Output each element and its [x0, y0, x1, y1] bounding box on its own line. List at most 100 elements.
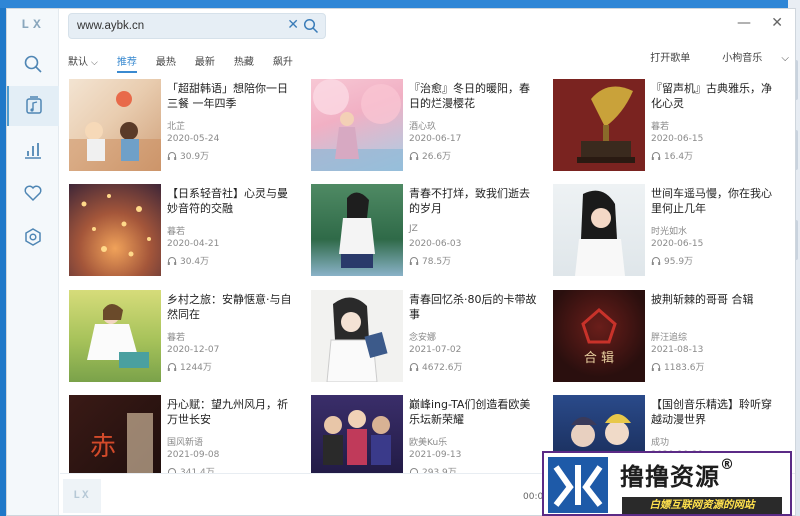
tab-hot-collected[interactable]: 热藏: [234, 53, 254, 68]
playlist-author[interactable]: 北芷: [167, 119, 185, 132]
playlist-author[interactable]: 时光如水: [651, 224, 687, 237]
chart-icon: [25, 143, 41, 159]
nav-playlists[interactable]: [7, 86, 59, 126]
playlist-author[interactable]: 酒心玖: [409, 119, 436, 132]
nav-charts[interactable]: [7, 130, 59, 170]
playlist-cover: [553, 184, 645, 276]
tab-hottest[interactable]: 最热: [156, 53, 176, 68]
playlist-author[interactable]: 欧美Ku乐: [409, 435, 447, 448]
nav-favorites[interactable]: [7, 173, 59, 213]
tab-newest[interactable]: 最新: [195, 53, 215, 68]
playlist-title[interactable]: 『留声机』古典雅乐，净化心灵: [651, 81, 781, 111]
close-button[interactable]: ✕: [771, 15, 783, 31]
headphones-icon: [651, 151, 661, 160]
playlist-card[interactable]: 青春不打烊，致我们逝去的岁月 JZ 2020-06-03 78.5万: [311, 184, 546, 278]
playlist-card[interactable]: 乡村之旅：安静惬意·与自然同在 暮若 2020-12-07 1244万: [69, 290, 304, 384]
playlist-cover: [311, 395, 403, 474]
play-count-value: 4672.6万: [422, 363, 463, 373]
playlist-title[interactable]: 世间车遥马慢，你在我心里何止几年: [651, 186, 781, 216]
app-logo: LX: [21, 17, 45, 32]
search-input[interactable]: [77, 20, 277, 32]
playlist-cover: [69, 79, 161, 171]
chevron-down-icon: ⌵: [91, 57, 98, 68]
playlist-title[interactable]: 青春回忆杀·80后的卡带故事: [409, 292, 539, 322]
playlist-card[interactable]: 青春回忆杀·80后的卡带故事 念安娜 2021-07-02 4672.6万: [311, 290, 546, 384]
source-dropdown[interactable]: 小枸音乐 ⌵: [706, 49, 789, 64]
tab-recommend[interactable]: 推荐: [116, 53, 137, 73]
playlist-date: 2021-09-08: [167, 450, 220, 460]
playlist-card[interactable]: 「超甜韩语」想陪你一日三餐 一年四季 北芷 2020-05-24 30.9万: [69, 79, 304, 173]
playlist-date: 2020-06-03: [409, 239, 462, 249]
watermark-title-text: 撸撸资源: [620, 463, 720, 491]
right-controls: 打开歌单 小枸音乐 ⌵: [634, 49, 789, 64]
playlist-date: 2020-06-17: [409, 134, 462, 144]
playlist-card[interactable]: 【日系轻音社】心灵与曼妙音符的交融 暮若 2020-04-21 30.4万: [69, 184, 304, 278]
headphones-icon: [409, 256, 419, 265]
tab-rising[interactable]: 飙升: [273, 53, 293, 68]
clear-icon[interactable]: ✕: [287, 17, 299, 33]
chevron-down-icon: ⌵: [781, 53, 789, 64]
playlist-author[interactable]: 念安娜: [409, 330, 436, 343]
sidebar: LX: [7, 9, 59, 515]
playlist-author[interactable]: 暮若: [651, 119, 669, 132]
playlist-cover: 赤: [69, 395, 161, 474]
playlist-title[interactable]: 巅峰ing-TA们创造看欧美乐坛新荣耀: [409, 397, 539, 427]
headphones-icon: [167, 256, 177, 265]
playlist-card[interactable]: 『留声机』古典雅乐，净化心灵 暮若 2020-06-15 16.4万: [553, 79, 788, 173]
player-cover[interactable]: LX: [63, 479, 101, 513]
watermark-logo: [548, 457, 608, 513]
headphones-icon: [409, 151, 419, 160]
playlist-grid: 「超甜韩语」想陪你一日三餐 一年四季 北芷 2020-05-24 30.9万 『…: [69, 79, 789, 474]
settings-icon: [25, 228, 41, 246]
playlist-card[interactable]: 巅峰ing-TA们创造看欧美乐坛新荣耀 欧美Ku乐 2021-09-13 293…: [311, 395, 546, 474]
play-count: 26.6万: [409, 149, 451, 162]
svg-text:合 辑: 合 辑: [584, 351, 614, 366]
registered-mark: ®: [720, 457, 735, 473]
playlist-date: 2021-08-13: [651, 345, 704, 355]
minimize-button[interactable]: —: [737, 15, 751, 31]
play-count: 1244万: [167, 360, 212, 373]
playlist-title[interactable]: 『治愈』冬日的暖阳，春日的烂漫樱花: [409, 81, 539, 111]
playlist-author[interactable]: 胖汪追综: [651, 330, 687, 343]
playlist-cover: [311, 290, 403, 382]
playlist-title[interactable]: 披荆斩棘的哥哥 合辑: [651, 292, 781, 307]
play-count: 1183.6万: [651, 360, 705, 373]
playlist-author[interactable]: JZ: [409, 224, 418, 234]
nav-settings[interactable]: [7, 217, 59, 257]
playlist-title[interactable]: 青春不打烊，致我们逝去的岁月: [409, 186, 539, 216]
playlist-author[interactable]: 暮若: [167, 330, 185, 343]
search-bar[interactable]: ✕: [68, 13, 326, 39]
playlist-cover: [311, 79, 403, 171]
playlist-card[interactable]: 合 辑 披荆斩棘的哥哥 合辑 胖汪追综 2021-08-13 1183.6万: [553, 290, 788, 384]
playlist-title[interactable]: 丹心赋：望九州风月，祈万世长安: [167, 397, 297, 427]
playlist-author[interactable]: 国风新语: [167, 435, 203, 448]
playlist-card[interactable]: 世间车遥马慢，你在我心里何止几年 时光如水 2020-06-15 95.9万: [553, 184, 788, 278]
playlist-title[interactable]: 「超甜韩语」想陪你一日三餐 一年四季: [167, 81, 297, 111]
play-count-value: 16.4万: [664, 152, 694, 162]
playlist-title[interactable]: 【国创音乐精选】聆听穿越动漫世界: [651, 397, 781, 427]
nav-search[interactable]: [7, 44, 59, 84]
playlist-author[interactable]: 暮若: [167, 224, 185, 237]
watermark-banner: 撸撸资源® 白嫖互联网资源的网站: [542, 451, 792, 516]
sort-label: 默认: [68, 56, 88, 68]
playlist-date: 2020-04-21: [167, 239, 220, 249]
search-icon: [24, 55, 42, 73]
playlist-card[interactable]: 赤 丹心赋：望九州风月，祈万世长安 国风新语 2021-09-08 341.4万: [69, 395, 304, 474]
play-count-value: 30.9万: [180, 152, 210, 162]
source-label: 小枸音乐: [722, 53, 763, 64]
sort-dropdown[interactable]: 默认 ⌵: [68, 53, 98, 68]
svg-text:赤: 赤: [90, 432, 116, 462]
play-count: 78.5万: [409, 254, 451, 267]
playlist-title[interactable]: 【日系轻音社】心灵与曼妙音符的交融: [167, 186, 297, 216]
play-count: 16.4万: [651, 149, 693, 162]
playlist-card[interactable]: 『治愈』冬日的暖阳，春日的烂漫樱花 酒心玖 2020-06-17 26.6万: [311, 79, 546, 173]
play-count-value: 30.4万: [180, 257, 210, 267]
playlist-author[interactable]: 成功: [651, 435, 669, 448]
playlist-cover: 合 辑: [553, 290, 645, 382]
open-playlist-button[interactable]: 打开歌单: [650, 49, 690, 64]
playlist-cover: [69, 184, 161, 276]
playlist-cover: [311, 184, 403, 276]
play-count-value: 1244万: [180, 363, 212, 373]
playlist-title[interactable]: 乡村之旅：安静惬意·与自然同在: [167, 292, 297, 322]
search-icon[interactable]: [303, 18, 319, 34]
